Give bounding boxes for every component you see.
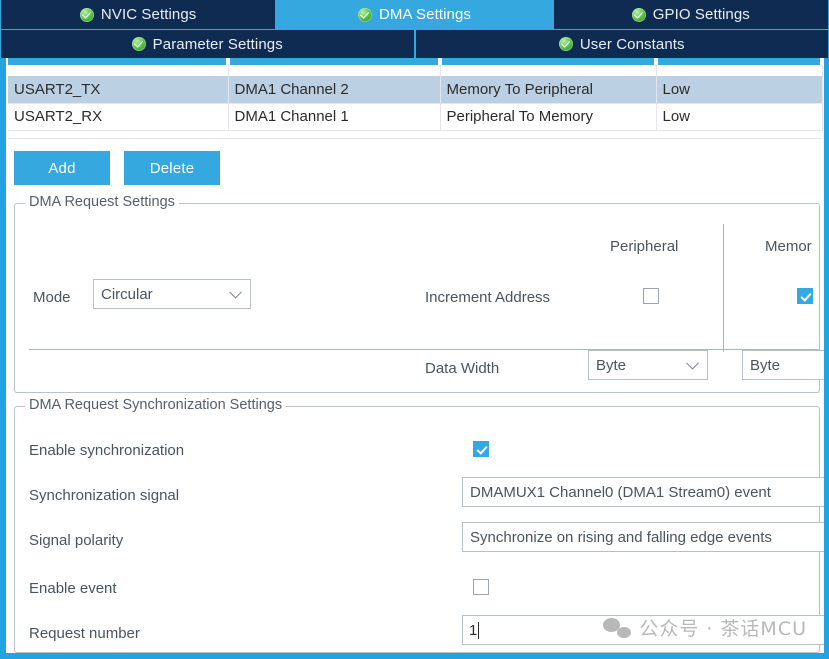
synchronization-signal-label: Synchronization signal [29,487,180,504]
cubemx-dma-settings-panel: NVIC Settings DMA Settings GPIO Settings… [0,0,829,659]
tab-label: DMA Settings [378,6,472,23]
data-width-peripheral-dropdown[interactable]: Byte [588,350,708,380]
data-width-memory-value: Byte [750,356,781,374]
green-check-icon [631,7,646,22]
synchronization-signal-value: DMAMUX1 Channel0 (DMA1 Stream0) event [470,483,771,501]
column-divider-vertical [723,224,724,352]
tabbar-primary: NVIC Settings DMA Settings GPIO Settings [0,0,829,29]
panel-content: USART2_TX DMA1 Channel 2 Memory To Perip… [6,58,824,653]
tab-dma-settings[interactable]: DMA Settings [276,0,553,29]
signal-polarity-dropdown[interactable]: Synchronize on rising and falling edge e… [462,522,824,552]
table-header-cell-request[interactable] [8,58,230,65]
text-cursor [478,621,480,639]
chevron-down-icon [229,285,242,299]
cell-request[interactable]: USART2_RX [8,103,229,131]
increment-address-label: Increment Address [425,289,551,306]
tab-gpio-settings[interactable]: GPIO Settings [552,0,829,29]
tab-parameter-settings[interactable]: Parameter Settings [0,30,415,58]
green-check-icon [131,37,146,51]
signal-polarity-value: Synchronize on rising and falling edge e… [470,528,772,546]
panel-left-border [0,58,6,659]
enable-synchronization-label: Enable synchronization [29,442,185,459]
mode-dropdown[interactable]: Circular [93,279,251,309]
delete-button[interactable]: Delete [124,151,220,185]
cell-channel[interactable]: DMA1 Channel 1 [228,103,441,131]
cell-priority[interactable]: Low [656,103,823,131]
enable-event-label: Enable event [29,580,117,597]
cell-priority[interactable]: Low [656,76,823,104]
panel-bottom-border [0,653,829,659]
data-width-label: Data Width [425,360,500,377]
mode-value: Circular [101,285,153,303]
mode-label: Mode [33,289,71,306]
table-row[interactable]: USART2_TX DMA1 Channel 2 Memory To Perip… [8,76,823,104]
green-check-icon [79,7,94,22]
table-header-cell-channel[interactable] [228,58,442,65]
data-width-peripheral-value: Byte [596,356,627,374]
column-header-memory: Memor [765,238,812,255]
green-check-icon [357,7,372,22]
synchronization-signal-dropdown[interactable]: DMAMUX1 Channel0 (DMA1 Stream0) event [462,477,824,507]
panel-right-border [824,58,829,659]
tab-user-constants[interactable]: User Constants [414,30,829,58]
tab-label: GPIO Settings [652,6,750,23]
cell-request[interactable]: USART2_TX [8,76,229,104]
tab-nvic-settings[interactable]: NVIC Settings [0,0,277,29]
data-width-memory-dropdown[interactable]: Byte [742,350,824,380]
column-header-peripheral: Peripheral [610,238,679,255]
tab-label: Parameter Settings [152,35,283,53]
tab-label: User Constants [579,35,685,53]
add-button[interactable]: Add [14,151,110,185]
table-empty-row [8,130,822,139]
green-check-icon [558,37,573,51]
dma-request-settings-legend: DMA Request Settings [25,194,179,210]
dma-request-table: USART2_TX DMA1 Channel 2 Memory To Perip… [8,58,824,139]
chevron-down-icon [686,356,699,370]
request-number-label: Request number [29,625,140,642]
enable-synchronization-checkbox[interactable] [473,441,489,457]
table-row[interactable]: USART2_RX DMA1 Channel 1 Peripheral To M… [8,103,823,131]
signal-polarity-label: Signal polarity [29,532,124,549]
dma-sync-settings-group: DMA Request Synchronization Settings Ena… [14,397,824,653]
tabbar-secondary: Parameter Settings User Constants [0,29,829,58]
dma-sync-settings-legend: DMA Request Synchronization Settings [25,397,287,413]
table-header-cell-direction[interactable] [440,58,658,65]
cell-channel[interactable]: DMA1 Channel 2 [228,76,441,104]
table-header-spacer [8,65,823,76]
table-header-row-clipped[interactable] [8,58,824,65]
increment-address-memory-checkbox[interactable] [797,288,813,304]
increment-address-peripheral-checkbox[interactable] [643,288,659,304]
table-header-cell-priority[interactable] [656,58,824,65]
cell-direction[interactable]: Memory To Peripheral [440,76,657,104]
cell-direction[interactable]: Peripheral To Memory [440,103,657,131]
enable-event-checkbox[interactable] [473,579,489,595]
request-number-value: 1 [469,621,478,639]
request-number-input[interactable]: 1 [462,615,824,645]
tab-label: NVIC Settings [100,6,197,23]
table-action-buttons: Add Delete [14,151,220,185]
dma-request-settings-group: DMA Request Settings Peripheral Memor Mo… [14,194,824,393]
